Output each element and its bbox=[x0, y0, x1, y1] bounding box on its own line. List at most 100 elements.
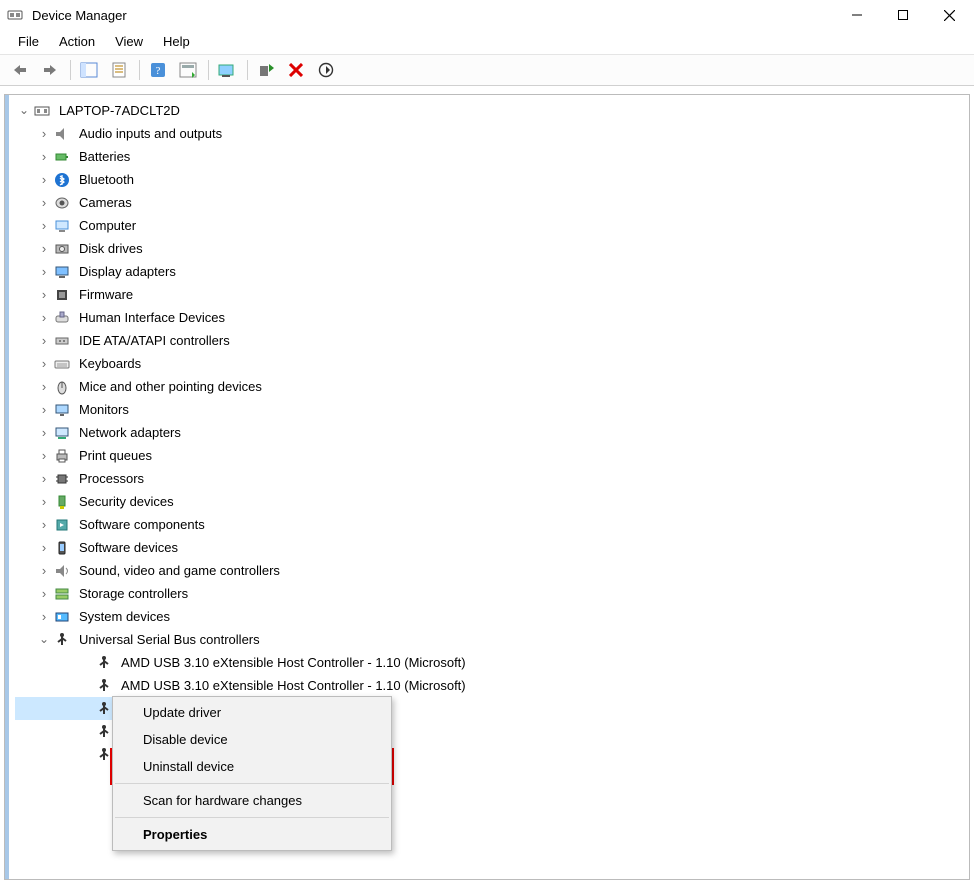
expander-icon[interactable] bbox=[37, 426, 51, 440]
tree-category[interactable]: Software devices bbox=[15, 536, 969, 559]
tree-category[interactable]: Software components bbox=[15, 513, 969, 536]
minimize-button[interactable] bbox=[834, 0, 880, 30]
expander-icon[interactable] bbox=[37, 357, 51, 371]
expander-icon[interactable] bbox=[37, 403, 51, 417]
expander-icon[interactable] bbox=[37, 127, 51, 141]
expander-icon[interactable] bbox=[37, 219, 51, 233]
expander-icon[interactable] bbox=[37, 633, 51, 647]
context-menu-properties[interactable]: Properties bbox=[113, 821, 391, 848]
svg-text:?: ? bbox=[156, 65, 161, 77]
tree-category[interactable]: Network adapters bbox=[15, 421, 969, 444]
titlebar: Device Manager bbox=[0, 0, 974, 30]
menu-file[interactable]: File bbox=[8, 32, 49, 51]
menu-action[interactable]: Action bbox=[49, 32, 105, 51]
maximize-button[interactable] bbox=[880, 0, 926, 30]
tree-category-label: Firmware bbox=[77, 284, 135, 306]
tree-category[interactable]: Firmware bbox=[15, 283, 969, 306]
expander-icon[interactable] bbox=[37, 587, 51, 601]
back-button[interactable] bbox=[6, 57, 34, 83]
expander-icon[interactable] bbox=[37, 610, 51, 624]
scan-hardware-button[interactable] bbox=[213, 57, 241, 83]
battery-icon bbox=[53, 148, 71, 166]
tree-category[interactable]: IDE ATA/ATAPI controllers bbox=[15, 329, 969, 352]
expander-icon[interactable] bbox=[37, 472, 51, 486]
window-controls bbox=[834, 0, 972, 30]
uninstall-device-button[interactable] bbox=[282, 57, 310, 83]
expander-icon[interactable] bbox=[37, 334, 51, 348]
tree-device[interactable]: AMD USB 3.10 eXtensible Host Controller … bbox=[15, 674, 969, 697]
show-hidden-devices-button[interactable] bbox=[174, 57, 202, 83]
context-menu-separator bbox=[115, 817, 389, 818]
expander-icon[interactable] bbox=[37, 242, 51, 256]
context-menu-separator bbox=[115, 783, 389, 784]
help-button[interactable]: ? bbox=[144, 57, 172, 83]
expander-icon[interactable] bbox=[37, 380, 51, 394]
device-tree[interactable]: LAPTOP-7ADCLT2D Audio inputs and outputs… bbox=[5, 95, 969, 766]
tree-category-usb[interactable]: Universal Serial Bus controllers bbox=[15, 628, 969, 651]
expander-icon[interactable] bbox=[37, 449, 51, 463]
update-driver-button[interactable] bbox=[252, 57, 280, 83]
expander-icon[interactable] bbox=[37, 541, 51, 555]
context-menu-disable-device[interactable]: Disable device bbox=[113, 726, 391, 753]
expander-icon[interactable] bbox=[37, 173, 51, 187]
ide-icon bbox=[53, 332, 71, 350]
tree-device[interactable]: AMD USB 3.10 eXtensible Host Controller … bbox=[15, 651, 969, 674]
usb-icon bbox=[95, 723, 113, 741]
tree-category[interactable]: Computer bbox=[15, 214, 969, 237]
tree-root[interactable]: LAPTOP-7ADCLT2D bbox=[15, 99, 969, 122]
menu-help[interactable]: Help bbox=[153, 32, 200, 51]
tree-category[interactable]: Display adapters bbox=[15, 260, 969, 283]
computer-icon bbox=[53, 217, 71, 235]
tree-category[interactable]: Audio inputs and outputs bbox=[15, 122, 969, 145]
tree-category[interactable]: Disk drives bbox=[15, 237, 969, 260]
tree-category[interactable]: Monitors bbox=[15, 398, 969, 421]
sound-icon bbox=[53, 562, 71, 580]
tree-category[interactable]: Mice and other pointing devices bbox=[15, 375, 969, 398]
tree-category[interactable]: Human Interface Devices bbox=[15, 306, 969, 329]
tree-category[interactable]: Cameras bbox=[15, 191, 969, 214]
tree-category[interactable]: System devices bbox=[15, 605, 969, 628]
show-hide-console-tree-button[interactable] bbox=[75, 57, 103, 83]
context-menu-update-driver[interactable]: Update driver bbox=[113, 699, 391, 726]
tree-category[interactable]: Processors bbox=[15, 467, 969, 490]
tree-category[interactable]: Print queues bbox=[15, 444, 969, 467]
close-button[interactable] bbox=[926, 0, 972, 30]
tree-category-label: Display adapters bbox=[77, 261, 178, 283]
tree-category-label: Network adapters bbox=[77, 422, 183, 444]
expander-icon[interactable] bbox=[17, 104, 31, 118]
tree-category-label: System devices bbox=[77, 606, 172, 628]
window-title: Device Manager bbox=[32, 8, 127, 23]
tree-category-label: Keyboards bbox=[77, 353, 143, 375]
tree-category-label: Audio inputs and outputs bbox=[77, 123, 224, 145]
tree-category-label: Universal Serial Bus controllers bbox=[77, 629, 262, 651]
forward-button[interactable] bbox=[36, 57, 64, 83]
monitor-icon bbox=[53, 401, 71, 419]
tree-category[interactable]: Bluetooth bbox=[15, 168, 969, 191]
expander-icon[interactable] bbox=[37, 265, 51, 279]
tree-category[interactable]: Storage controllers bbox=[15, 582, 969, 605]
printer-icon bbox=[53, 447, 71, 465]
context-menu-scan-hardware[interactable]: Scan for hardware changes bbox=[113, 787, 391, 814]
tree-category[interactable]: Keyboards bbox=[15, 352, 969, 375]
expander-icon[interactable] bbox=[37, 518, 51, 532]
tree-category-label: Cameras bbox=[77, 192, 134, 214]
expander-icon[interactable] bbox=[37, 311, 51, 325]
tree-category-label: Batteries bbox=[77, 146, 132, 168]
expander-icon[interactable] bbox=[37, 564, 51, 578]
menu-view[interactable]: View bbox=[105, 32, 153, 51]
disable-device-button[interactable] bbox=[312, 57, 340, 83]
toolbar-separator bbox=[139, 60, 140, 80]
tree-category[interactable]: Sound, video and game controllers bbox=[15, 559, 969, 582]
expander-icon[interactable] bbox=[37, 495, 51, 509]
keyboard-icon bbox=[53, 355, 71, 373]
properties-button[interactable] bbox=[105, 57, 133, 83]
expander-icon[interactable] bbox=[37, 196, 51, 210]
context-menu: Update driver Disable device Uninstall d… bbox=[112, 696, 392, 851]
expander-icon[interactable] bbox=[37, 150, 51, 164]
expander-icon[interactable] bbox=[37, 288, 51, 302]
toolbar: ? bbox=[0, 54, 974, 86]
tree-category[interactable]: Batteries bbox=[15, 145, 969, 168]
context-menu-uninstall-device[interactable]: Uninstall device bbox=[113, 753, 391, 780]
network-icon bbox=[53, 424, 71, 442]
tree-category[interactable]: Security devices bbox=[15, 490, 969, 513]
